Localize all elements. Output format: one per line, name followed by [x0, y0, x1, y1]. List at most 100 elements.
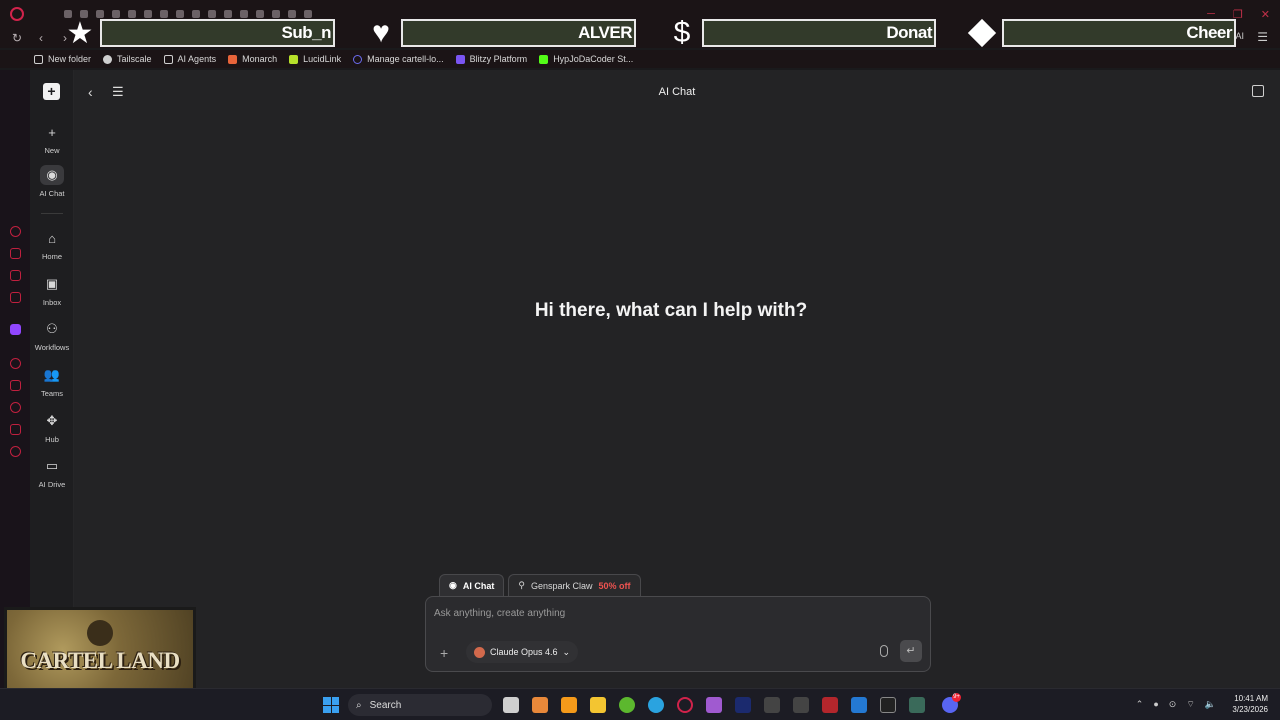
hero-greeting: Hi there, what can I help with? [534, 300, 808, 321]
rail-settings-icon[interactable] [10, 446, 21, 457]
chat-input[interactable] [434, 605, 914, 621]
windows-start-icon[interactable] [323, 697, 339, 713]
clock-date: 3/23/2026 [1232, 705, 1268, 714]
browser-side-rail [0, 70, 30, 688]
opera-icon[interactable] [677, 697, 693, 713]
stream-alerts: ★ Sub_n ♥ ALVER $ Donat Cheer [62, 14, 1236, 52]
telegram-icon[interactable] [648, 697, 664, 713]
chevron-up-icon[interactable]: ⌃ [1136, 699, 1144, 710]
tab-ai-chat[interactable]: ◉ AI Chat [439, 574, 505, 596]
opera-logo-icon[interactable] [10, 7, 24, 21]
rail-twitch-icon[interactable] [10, 324, 21, 335]
back-nav-icon[interactable]: ‹ [34, 31, 48, 45]
alert-donation: $ Donat [664, 14, 936, 52]
app-icon[interactable] [909, 697, 925, 713]
bookmark-label: Monarch [242, 54, 278, 64]
wifi-icon[interactable]: ⌔ [1186, 699, 1194, 710]
clock-time: 10:41 AM [1234, 694, 1268, 703]
sidebar-item-ai-chat[interactable]: ◉ AI Chat [30, 165, 74, 198]
bookmark-lucidlink[interactable]: LucidLink [289, 54, 341, 64]
rail-clock-icon[interactable] [10, 402, 21, 413]
app-icon[interactable] [619, 697, 635, 713]
new-chat-edit-icon[interactable] [1252, 85, 1264, 97]
browser-menu-icon[interactable]: ☰ [1257, 30, 1268, 44]
bookmark-manage-cartell[interactable]: Manage cartell-lo... [353, 54, 444, 64]
sidebar-item-new[interactable]: + New [30, 122, 74, 156]
app-icon[interactable] [880, 697, 896, 713]
notification-badge: 9+ [952, 693, 961, 702]
lucidlink-icon [289, 54, 299, 64]
sidebar-item-home[interactable]: ⌂ Home [30, 228, 74, 262]
bookmark-label: Manage cartell-lo... [367, 54, 444, 64]
sidebar-item-workflows[interactable]: ⚇ Workflows [30, 319, 74, 352]
alert-text: ALVER [578, 23, 632, 42]
tab-genspark-claw[interactable]: ⚲ Genspark Claw 50% off [508, 574, 641, 596]
bookmark-label: HypJoDaCoder St... [553, 54, 634, 64]
chat-composer: + Claude Opus 4.6 ⌄ ↵ [425, 596, 931, 672]
rail-pin-icon[interactable] [10, 380, 21, 391]
sidebar-item-label: AI Drive [38, 480, 66, 489]
bookmark-monarch[interactable]: Monarch [228, 54, 277, 64]
model-selector[interactable]: Claude Opus 4.6 ⌄ [466, 641, 579, 663]
sidebar-item-hub[interactable]: ✥ Hub [30, 411, 74, 444]
teams-icon: 👥 [43, 367, 61, 382]
blitzy-icon [455, 54, 465, 64]
tab-label: Genspark Claw [530, 580, 593, 591]
app-icon[interactable] [764, 697, 780, 713]
bookmark-label: LucidLink [303, 54, 342, 64]
sidebar-item-inbox[interactable]: ▣ Inbox [30, 274, 74, 307]
dollar-icon: $ [673, 16, 691, 49]
vscode-icon[interactable] [851, 697, 867, 713]
app-icon[interactable] [793, 697, 809, 713]
rail-history-icon[interactable] [10, 226, 21, 237]
bookmark-new-folder[interactable]: New folder [34, 54, 91, 64]
app-icon[interactable] [561, 697, 577, 713]
tab-label: AI Chat [462, 580, 495, 591]
plus-icon: + [48, 124, 56, 140]
app-icon[interactable] [706, 697, 722, 713]
send-button[interactable]: ↵ [900, 640, 922, 662]
tray-app-icon[interactable]: ⊙ [1169, 699, 1177, 710]
close-icon[interactable]: ✕ [1261, 8, 1270, 21]
reload-icon[interactable]: ↻ [10, 31, 24, 45]
rail-extension-icon[interactable] [10, 248, 21, 259]
folder-icon [34, 54, 43, 64]
rail-gmail-icon[interactable] [10, 292, 21, 303]
browser-ai-button[interactable]: AI [1235, 31, 1244, 41]
folder-icon [163, 54, 173, 64]
bookmarks-bar: New folder Tailscale AI Agents Monarch L… [0, 50, 1280, 68]
drive-icon: ▭ [45, 458, 59, 473]
file-explorer-icon[interactable] [590, 697, 606, 713]
task-view-icon[interactable] [503, 697, 519, 713]
sidebar-divider [41, 213, 63, 214]
app-icon[interactable] [532, 697, 548, 713]
tailscale-icon [103, 54, 113, 64]
sidebar-item-teams[interactable]: 👥 Teams [30, 365, 74, 398]
workflows-icon: ⚇ [46, 321, 58, 336]
chat-icon: ◉ [449, 580, 457, 590]
alert-box: Sub_n [100, 19, 335, 47]
bookmark-blitzy[interactable]: Blitzy Platform [455, 54, 528, 64]
alert-follower: ♥ ALVER [363, 14, 636, 52]
app-icon[interactable] [822, 697, 838, 713]
sidebar-item-label: Home [41, 252, 62, 261]
bookmark-tailscale[interactable]: Tailscale [103, 54, 152, 64]
volume-icon[interactable]: 🔈 [1205, 699, 1216, 710]
tray-app-icon[interactable]: ● [1153, 699, 1158, 710]
bookmark-hypjodacoder[interactable]: HypJoDaCoder St... [539, 54, 633, 64]
taskbar-search[interactable]: ⌕ Search [348, 694, 492, 716]
rail-send-icon[interactable] [10, 424, 21, 435]
rail-play-icon[interactable] [10, 358, 21, 369]
bookmark-ai-agents[interactable]: AI Agents [163, 54, 216, 64]
attach-plus-icon[interactable]: + [440, 645, 448, 661]
genspark-logo-icon[interactable]: + [43, 83, 60, 100]
link-icon [353, 54, 363, 64]
rail-messenger-icon[interactable] [10, 270, 21, 281]
bookmark-label: Blitzy Platform [469, 54, 528, 64]
photoshop-icon[interactable] [735, 697, 751, 713]
microphone-icon[interactable] [880, 645, 888, 657]
sidebar-item-ai-drive[interactable]: ▭ AI Drive [30, 456, 74, 489]
chat-icon: ◉ [40, 165, 64, 185]
alert-text: Cheer [1186, 23, 1232, 42]
clock[interactable]: 10:41 AM 3/23/2026 [1232, 693, 1268, 715]
